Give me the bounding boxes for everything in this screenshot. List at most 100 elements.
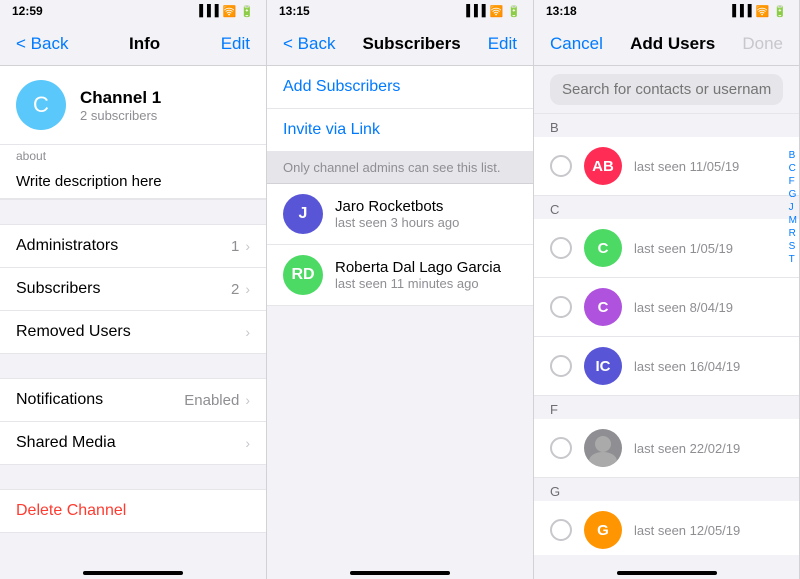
nav-title-1: Info <box>129 34 160 54</box>
chevron-icon-admin: › <box>245 238 250 254</box>
subscriber-item[interactable]: J Jaro Rocketbots last seen 3 hours ago <box>267 184 533 245</box>
contact-avatar: C <box>584 229 622 267</box>
edit-button-2[interactable]: Edit <box>488 34 517 54</box>
removed-users-label: Removed Users <box>16 323 131 341</box>
index-letter[interactable]: S <box>789 241 797 253</box>
battery-icon: 🔋 <box>240 5 254 18</box>
contact-item[interactable]: IC last seen 16/04/19 <box>534 337 799 396</box>
channel-avatar: C <box>16 80 66 130</box>
contact-avatar: AB <box>584 147 622 185</box>
status-icons-3: ▐▐▐ 🛜 🔋 <box>728 5 787 18</box>
subscriber-info: Jaro Rocketbots last seen 3 hours ago <box>335 198 459 230</box>
done-button[interactable]: Done <box>742 34 783 54</box>
index-letter[interactable]: J <box>789 202 797 214</box>
admin-list: Administrators 1 › Subscribers 2 › Remov… <box>0 224 266 354</box>
wifi-icon-2: 🛜 <box>490 5 504 18</box>
subscribers-item[interactable]: Subscribers 2 › <box>0 268 266 311</box>
contacts-list: B AB last seen 11/05/19 C C last seen 1/… <box>534 114 799 555</box>
nav-title-2: Subscribers <box>362 34 460 54</box>
contact-avatar: G <box>584 511 622 549</box>
status-icons-2: ▐▐▐ 🛜 🔋 <box>462 5 521 18</box>
contact-item[interactable]: G last seen 12/05/19 <box>534 501 799 555</box>
contact-item[interactable]: C last seen 8/04/19 <box>534 278 799 337</box>
signal-icon-2: ▐▐▐ <box>462 5 485 17</box>
shared-media-item[interactable]: Shared Media › <box>0 422 266 464</box>
panel-info: 12:59 ▐▐▐ 🛜 🔋 < Back Info Edit C Channel… <box>0 0 267 579</box>
notifications-right: Enabled › <box>184 392 250 409</box>
contact-radio[interactable] <box>550 237 572 259</box>
contact-radio[interactable] <box>550 355 572 377</box>
wifi-icon: 🛜 <box>223 5 237 18</box>
chevron-icon-subs: › <box>245 281 250 297</box>
section-letter: F <box>534 396 799 419</box>
cancel-button[interactable]: Cancel <box>550 34 603 54</box>
shared-media-label: Shared Media <box>16 434 116 452</box>
administrators-count: 1 <box>231 238 239 255</box>
removed-users-item[interactable]: Removed Users › <box>0 311 266 353</box>
administrators-label: Administrators <box>16 237 118 255</box>
index-letter[interactable]: R <box>789 228 797 240</box>
notifications-value: Enabled <box>184 392 239 409</box>
subscriber-avatar: J <box>283 194 323 234</box>
invite-link-btn[interactable]: Invite via Link <box>267 109 533 152</box>
index-letter[interactable]: G <box>789 189 797 201</box>
administrators-item[interactable]: Administrators 1 › <box>0 225 266 268</box>
home-bar-2 <box>350 571 450 575</box>
contact-radio[interactable] <box>550 296 572 318</box>
back-button-1[interactable]: < Back <box>16 34 68 54</box>
subscriber-name: Roberta Dal Lago Garcia <box>335 259 501 276</box>
home-indicator-2 <box>267 555 533 579</box>
contact-seen: last seen 1/05/19 <box>634 241 733 256</box>
channel-subscribers: 2 subscribers <box>80 108 161 123</box>
notice-text: Only channel admins can see this list. <box>283 160 501 175</box>
edit-button-1[interactable]: Edit <box>221 34 250 54</box>
notifications-item[interactable]: Notifications Enabled › <box>0 379 266 422</box>
delete-section: Delete Channel <box>0 489 266 533</box>
add-subscribers-label: Add Subscribers <box>283 78 400 95</box>
chevron-icon-media: › <box>245 435 250 451</box>
subscriber-seen: last seen 11 minutes ago <box>335 276 501 291</box>
index-letter[interactable]: C <box>789 163 797 175</box>
subscribers-count: 2 <box>231 281 239 298</box>
notifications-section: Notifications Enabled › Shared Media › <box>0 378 266 465</box>
back-button-2[interactable]: < Back <box>283 34 335 54</box>
contact-seen: last seen 8/04/19 <box>634 300 733 315</box>
home-bar-3 <box>617 571 717 575</box>
contact-item[interactable]: last seen 22/02/19 <box>534 419 799 478</box>
delete-channel-button[interactable]: Delete Channel <box>0 490 266 532</box>
nav-bar-3: Cancel Add Users Done <box>534 22 799 66</box>
section-letter: G <box>534 478 799 501</box>
section-letter: C <box>534 196 799 219</box>
section-letter: B <box>534 114 799 137</box>
battery-icon-3: 🔋 <box>773 5 787 18</box>
index-letter[interactable]: F <box>789 176 797 188</box>
signal-icon-3: ▐▐▐ <box>728 5 751 17</box>
contact-avatar: IC <box>584 347 622 385</box>
contact-item[interactable]: AB last seen 11/05/19 <box>534 137 799 196</box>
contact-radio[interactable] <box>550 519 572 541</box>
channel-header: C Channel 1 2 subscribers <box>0 66 266 145</box>
subscribers-right: 2 › <box>231 281 250 298</box>
subscriber-seen: last seen 3 hours ago <box>335 215 459 230</box>
status-time-1: 12:59 <box>12 4 43 18</box>
search-bar <box>534 66 799 114</box>
nav-bar-2: < Back Subscribers Edit <box>267 22 533 66</box>
index-letter[interactable]: B <box>789 150 797 162</box>
index-letter[interactable]: M <box>789 215 797 227</box>
shared-media-right: › <box>245 435 250 451</box>
removed-users-right: › <box>245 324 250 340</box>
contact-radio[interactable] <box>550 155 572 177</box>
contact-radio[interactable] <box>550 437 572 459</box>
contact-avatar <box>584 429 622 467</box>
panel-add-users: 13:18 ▐▐▐ 🛜 🔋 Cancel Add Users Done B AB… <box>534 0 800 579</box>
contact-item[interactable]: C last seen 1/05/19 <box>534 219 799 278</box>
add-subscribers-btn[interactable]: Add Subscribers <box>267 66 533 109</box>
index-letter[interactable]: T <box>789 254 797 266</box>
battery-icon-2: 🔋 <box>507 5 521 18</box>
status-icons-1: ▐▐▐ 🛜 🔋 <box>195 5 254 18</box>
chevron-icon-notif: › <box>245 392 250 408</box>
search-input[interactable] <box>550 74 783 105</box>
chevron-icon-removed: › <box>245 324 250 340</box>
contact-seen: last seen 12/05/19 <box>634 523 740 538</box>
subscriber-item[interactable]: RD Roberta Dal Lago Garcia last seen 11 … <box>267 245 533 306</box>
